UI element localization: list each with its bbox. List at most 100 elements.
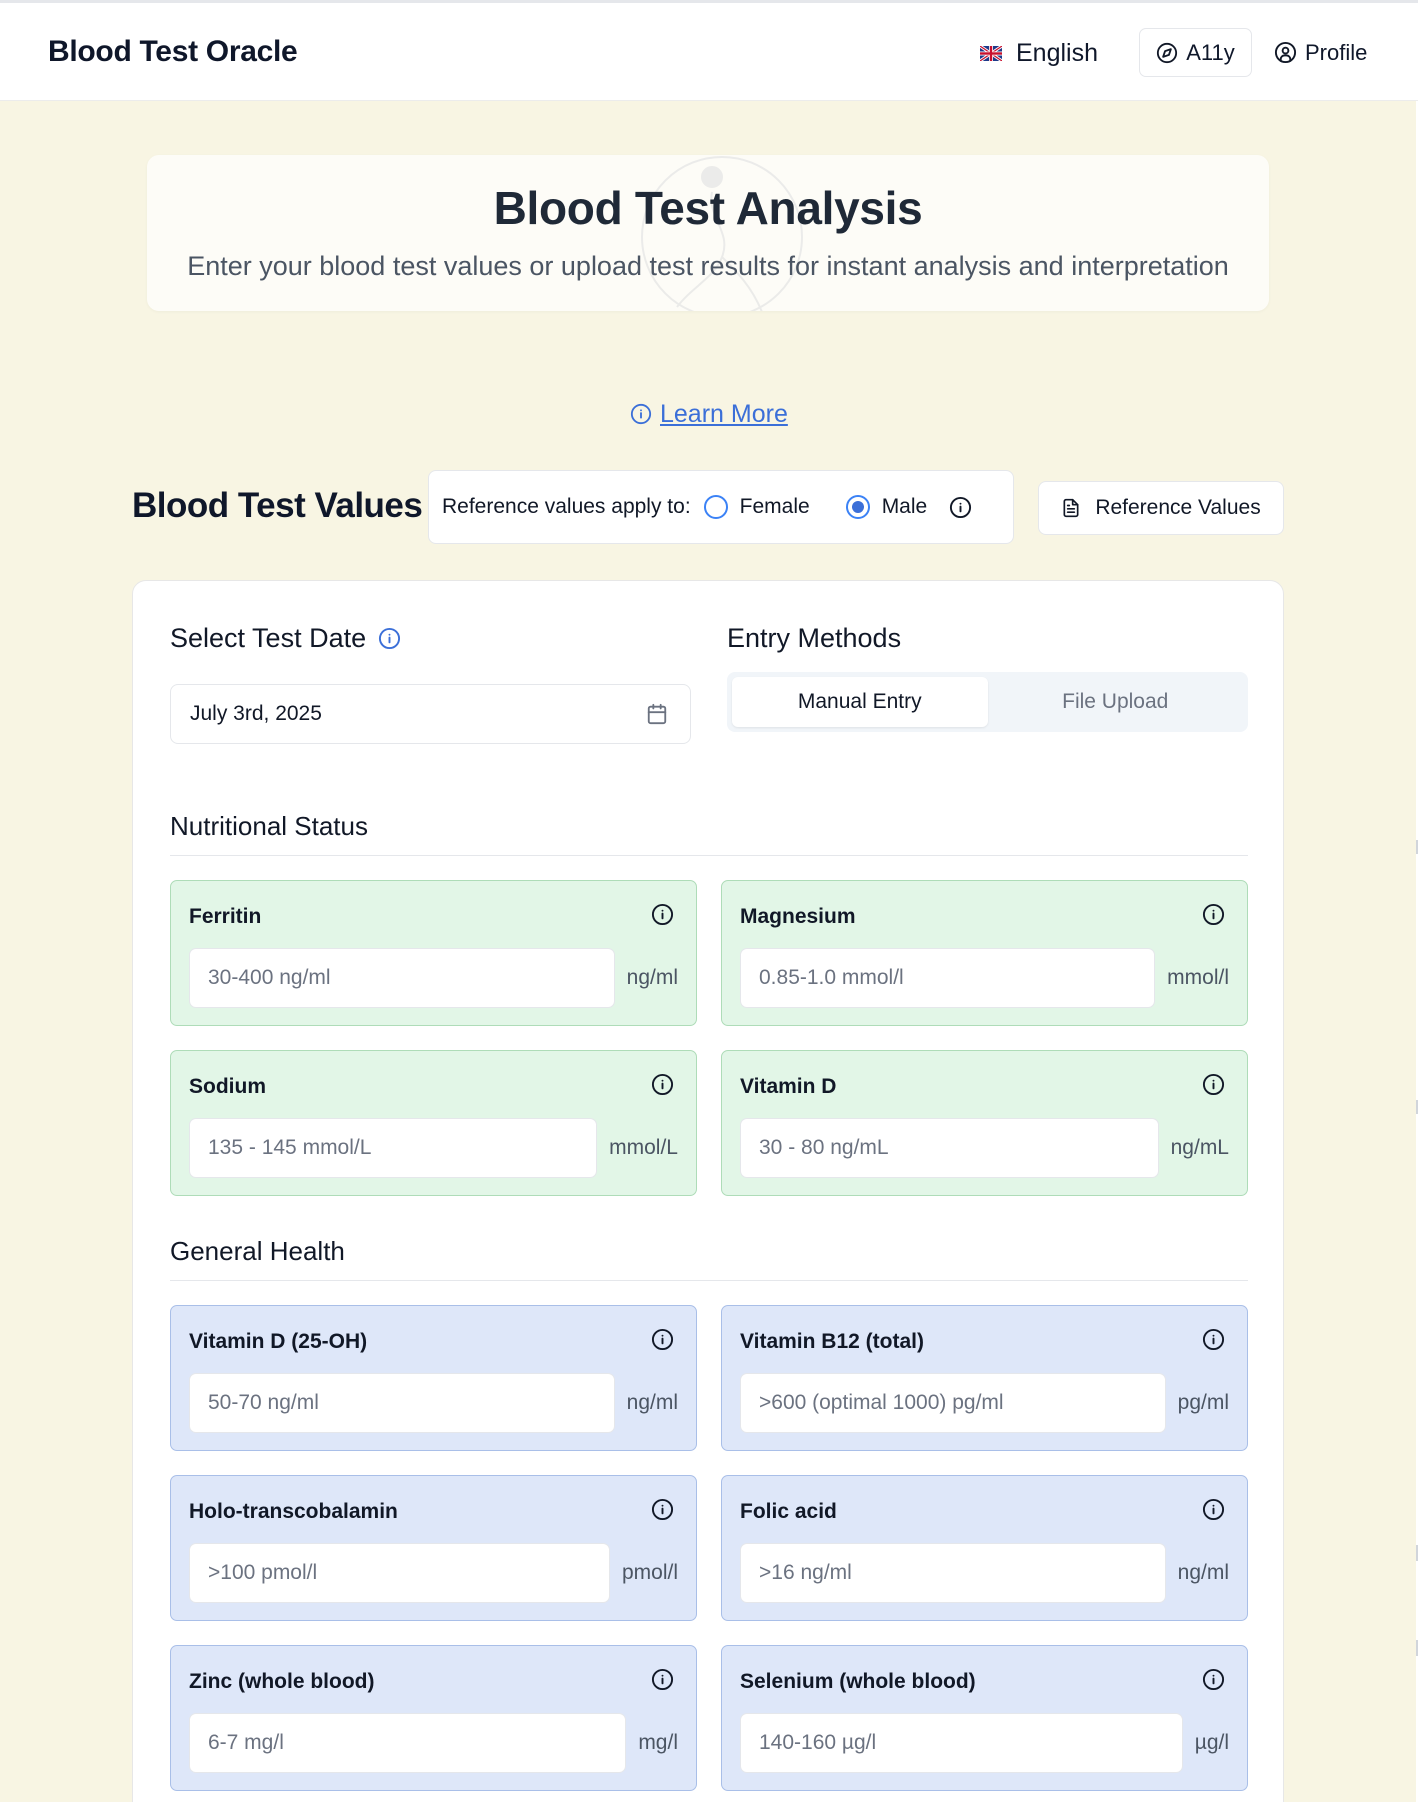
marker-unit: pmol/l: [621, 1561, 678, 1584]
marker-value-input[interactable]: [740, 1713, 1183, 1773]
radio-female[interactable]: Female: [703, 495, 810, 519]
marker-name: Ferritin: [189, 905, 262, 928]
marker-value-input[interactable]: [189, 1373, 615, 1433]
marker-unit: pg/ml: [1177, 1391, 1229, 1414]
marker-card: Vitamin B12 (total) pg/ml: [721, 1305, 1248, 1451]
marker-name: Holo-transcobalamin: [189, 1500, 398, 1523]
marker-unit: µg/l: [1194, 1731, 1229, 1754]
marker-name: Vitamin B12 (total): [740, 1330, 924, 1353]
marker-input-row: ng/mL: [740, 1118, 1229, 1178]
marker-name: Vitamin D (25-OH): [189, 1330, 368, 1353]
marker-card: Selenium (whole blood) µg/l: [721, 1645, 1248, 1791]
info-icon[interactable]: [651, 1073, 674, 1096]
marker-value-input[interactable]: [189, 1713, 627, 1773]
marker-unit: mmol/L: [609, 1136, 678, 1159]
a11y-label: A11y: [1186, 39, 1235, 65]
a11y-button[interactable]: A11y: [1139, 28, 1252, 77]
hero-title: Blood Test Analysis: [493, 182, 923, 234]
info-icon[interactable]: [651, 1498, 674, 1521]
radio-female-label: Female: [739, 495, 810, 518]
marker-name: Magnesium: [740, 905, 856, 928]
marker-input-row: pmol/l: [189, 1543, 678, 1603]
uk-flag-icon: [980, 45, 1002, 61]
marker-input-row: mmol/l: [740, 948, 1229, 1008]
marker-card: Folic acid ng/ml: [721, 1475, 1248, 1621]
learn-more-label: Learn More: [660, 399, 788, 428]
date-title: Select Test Date: [170, 623, 367, 653]
reference-prompt: Reference values apply to:: [442, 495, 691, 518]
marker-input-row: ng/ml: [189, 1373, 678, 1433]
marker-input-row: ng/ml: [189, 948, 678, 1008]
marker-card: Magnesium mmol/l: [721, 880, 1248, 1026]
info-icon[interactable]: [1202, 1328, 1225, 1351]
group-divider: [170, 1280, 1248, 1281]
info-icon[interactable]: [378, 627, 401, 650]
entry-method-tabs: Manual Entry File Upload: [727, 672, 1248, 732]
marker-value-input[interactable]: [740, 1543, 1166, 1603]
radio-male-label: Male: [881, 495, 928, 518]
marker-card: Vitamin D (25-OH) ng/ml: [170, 1305, 697, 1451]
group-title: General Health: [170, 1236, 345, 1266]
info-icon[interactable]: [651, 1668, 674, 1691]
user-circle-icon: [1274, 41, 1297, 64]
marker-card: Holo-transcobalamin pmol/l: [170, 1475, 697, 1621]
marker-value-input[interactable]: [740, 1373, 1166, 1433]
marker-card: Zinc (whole blood) mg/l: [170, 1645, 697, 1791]
date-section: Select Test Date: [170, 623, 401, 654]
profile-label: Profile: [1305, 39, 1368, 65]
info-icon[interactable]: [651, 903, 674, 926]
marker-unit: mg/l: [638, 1731, 678, 1754]
marker-card: Ferritin ng/ml: [170, 880, 697, 1026]
marker-input-row: mmol/L: [189, 1118, 678, 1178]
group-divider: [170, 855, 1248, 856]
top-nav: Blood Test Oracle English A11y Profile: [0, 3, 1418, 101]
marker-name: Sodium: [189, 1075, 266, 1098]
language-selector[interactable]: English: [980, 35, 1098, 71]
radio-female-circle[interactable]: [703, 495, 728, 519]
info-icon: [630, 403, 652, 425]
hero-banner: Blood Test Analysis Enter your blood tes…: [147, 155, 1269, 311]
radio-male[interactable]: Male: [845, 495, 928, 519]
marker-unit: ng/ml: [626, 1391, 678, 1414]
reference-sex-selector: Reference values apply to: Female Male: [428, 470, 1014, 544]
info-icon[interactable]: [651, 1328, 674, 1351]
marker-value-input[interactable]: [189, 1543, 610, 1603]
info-icon[interactable]: [1202, 1498, 1225, 1521]
info-icon[interactable]: [1202, 1668, 1225, 1691]
marker-input-row: ng/ml: [740, 1543, 1229, 1603]
radio-male-circle[interactable]: [845, 495, 870, 519]
test-date-picker[interactable]: July 3rd, 2025: [170, 684, 691, 744]
marker-unit: mmol/l: [1167, 966, 1229, 989]
compass-icon: [1156, 42, 1178, 64]
marker-value-input[interactable]: [189, 1118, 598, 1178]
marker-card: Vitamin D ng/mL: [721, 1050, 1248, 1196]
marker-value-input[interactable]: [189, 948, 615, 1008]
marker-value-input[interactable]: [740, 948, 1156, 1008]
marker-input-row: mg/l: [189, 1713, 678, 1773]
marker-unit: ng/ml: [626, 966, 678, 989]
marker-value-input[interactable]: [740, 1118, 1159, 1178]
reference-values-button[interactable]: Reference Values: [1038, 481, 1284, 535]
marker-card: Sodium mmol/L: [170, 1050, 697, 1196]
marker-name: Zinc (whole blood): [189, 1670, 375, 1693]
info-icon[interactable]: [1202, 1073, 1225, 1096]
tab-manual-entry[interactable]: Manual Entry: [732, 677, 988, 727]
group-title: Nutritional Status: [170, 811, 368, 841]
hero-subtitle: Enter your blood test values or upload t…: [187, 251, 1229, 281]
entry-methods-title: Entry Methods: [727, 623, 902, 653]
test-date-value: July 3rd, 2025: [190, 702, 322, 725]
learn-more-link[interactable]: Learn More: [630, 398, 788, 430]
blood-test-form-card: Select Test Date July 3rd, 2025 Entry Me…: [132, 580, 1284, 1802]
marker-name: Selenium (whole blood): [740, 1670, 976, 1693]
info-icon[interactable]: [1202, 903, 1225, 926]
calendar-icon: [646, 703, 668, 725]
marker-input-row: µg/l: [740, 1713, 1229, 1773]
language-label: English: [1016, 38, 1098, 67]
tab-file-upload[interactable]: File Upload: [988, 677, 1244, 727]
info-icon[interactable]: [949, 496, 972, 519]
marker-input-row: pg/ml: [740, 1373, 1229, 1433]
marker-unit: ng/mL: [1170, 1136, 1229, 1159]
marker-name: Vitamin D: [740, 1075, 837, 1098]
brand-title[interactable]: Blood Test Oracle: [48, 35, 298, 69]
profile-button[interactable]: Profile: [1274, 28, 1404, 77]
